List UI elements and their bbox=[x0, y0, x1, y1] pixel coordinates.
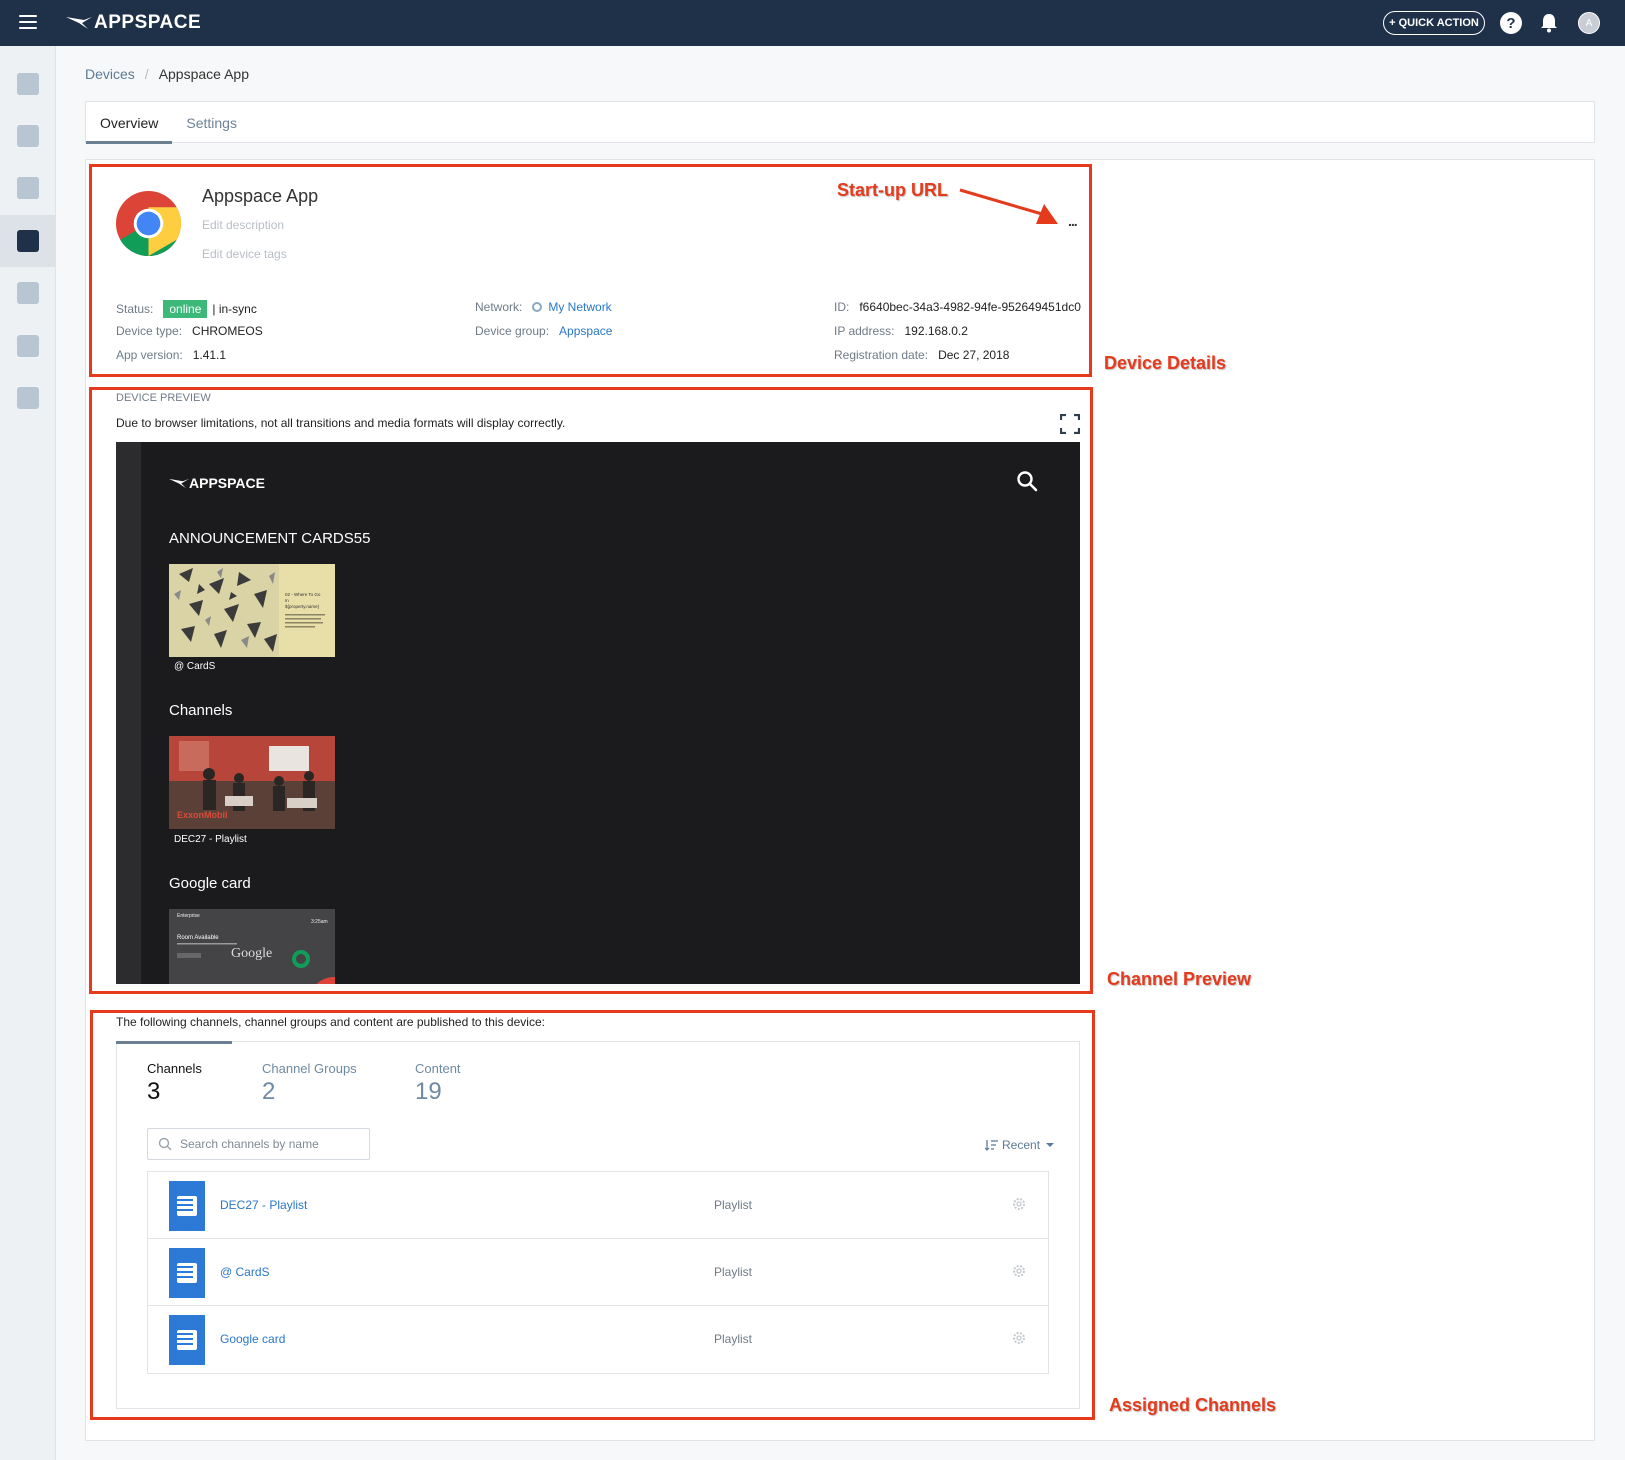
image-icon bbox=[17, 177, 39, 199]
sidebar-item-images[interactable] bbox=[0, 162, 56, 214]
assigned-channels-annotation-box bbox=[90, 1010, 1095, 1420]
bell-icon[interactable] bbox=[1538, 12, 1560, 34]
assigned-channels-annotation: Assigned Channels bbox=[1109, 1395, 1277, 1415]
sidebar-item-analytics[interactable] bbox=[0, 58, 56, 110]
analytics-icon bbox=[17, 73, 39, 95]
breadcrumb-devices-link[interactable]: Devices bbox=[85, 66, 135, 82]
sidebar-item-tasks[interactable] bbox=[0, 320, 56, 372]
channel-preview-annotation: Channel Preview bbox=[1107, 969, 1252, 989]
sidebar-item-flash[interactable] bbox=[0, 372, 56, 424]
breadcrumb-current: Appspace App bbox=[158, 66, 249, 82]
share-icon bbox=[17, 125, 39, 147]
breadcrumb-separator: / bbox=[144, 66, 149, 82]
devices-icon bbox=[17, 230, 39, 252]
tab-settings[interactable]: Settings bbox=[172, 102, 251, 144]
top-bar: APPSPACE + QUICK ACTION ? A bbox=[0, 0, 1625, 46]
tab-overview[interactable]: Overview bbox=[86, 102, 173, 144]
sidebar bbox=[0, 46, 56, 1460]
startup-url-annotation: Start-up URL bbox=[837, 180, 948, 200]
sidebar-item-share[interactable] bbox=[0, 110, 56, 162]
avatar[interactable]: A bbox=[1578, 12, 1600, 34]
playlist-lines-icon bbox=[177, 1199, 193, 1214]
breadcrumb: Devices / Appspace App bbox=[85, 66, 249, 82]
channel-preview-annotation-box bbox=[89, 387, 1093, 994]
appspace-logo-icon bbox=[66, 17, 92, 29]
brand-logo[interactable]: APPSPACE bbox=[66, 12, 201, 34]
brand-name: APPSPACE bbox=[94, 12, 202, 33]
quick-action-button[interactable]: + QUICK ACTION bbox=[1383, 11, 1485, 35]
flash-icon bbox=[17, 387, 39, 409]
help-icon[interactable]: ? bbox=[1500, 12, 1522, 34]
sidebar-item-devices[interactable] bbox=[0, 215, 56, 267]
tab-bar: Overview Settings bbox=[85, 101, 1595, 144]
device-details-annotation: Device Details bbox=[1104, 353, 1227, 373]
sidebar-item-users[interactable] bbox=[0, 267, 56, 319]
users-icon bbox=[17, 282, 39, 304]
menu-icon[interactable] bbox=[19, 15, 37, 29]
playlist-lines-icon bbox=[177, 1333, 193, 1348]
annotation-arrow-icon bbox=[959, 188, 1058, 224]
playlist-lines-icon bbox=[177, 1266, 193, 1281]
tasks-icon bbox=[17, 335, 39, 357]
